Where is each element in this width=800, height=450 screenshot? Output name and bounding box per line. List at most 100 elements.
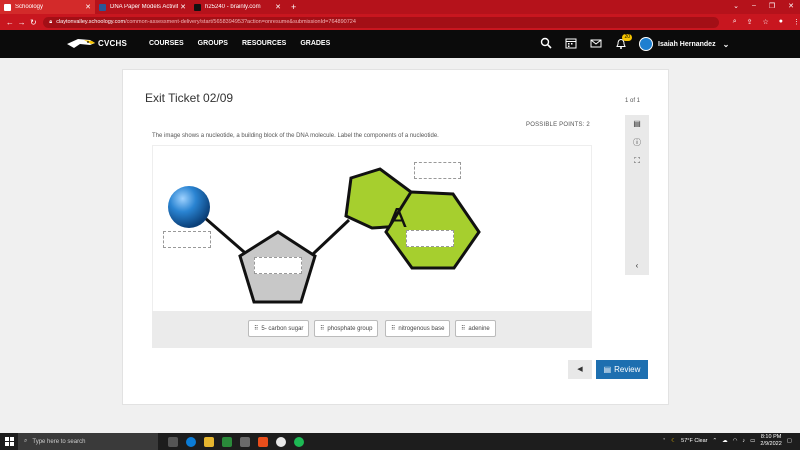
nucleotide-diagram: A bbox=[152, 145, 592, 311]
clock[interactable]: 8:10 PM 2/9/2022 bbox=[760, 434, 781, 448]
cloud-icon[interactable]: ☁ bbox=[722, 438, 728, 444]
answer-chip-nitrogenous-base[interactable]: ⠿ nitrogenous base bbox=[385, 320, 451, 337]
browser-tab-brainly[interactable]: h25240 - brainly.com ✕ bbox=[190, 0, 285, 14]
browser-actions: ⌕ ⇪ ☆ ● ⋮ bbox=[733, 18, 800, 26]
url-path: /common-assessment-delivery/start/565839… bbox=[125, 19, 356, 25]
task-view-icon[interactable] bbox=[168, 436, 178, 447]
answer-chip-label: 5- carbon sugar bbox=[261, 325, 304, 332]
clock-time: 8:10 PM bbox=[760, 434, 782, 440]
minimize-icon[interactable]: – bbox=[752, 2, 756, 10]
minecraft-icon[interactable] bbox=[222, 436, 232, 447]
page-title: Exit Ticket 02/09 bbox=[145, 91, 234, 105]
chrome-icon[interactable] bbox=[276, 436, 286, 447]
user-name: Isaiah Hernandez bbox=[658, 40, 716, 48]
tab-title: h25240 - brainly.com bbox=[205, 4, 261, 10]
site-header: CVCHS COURSES GROUPS RESOURCES GRADES 20… bbox=[0, 30, 800, 58]
drag-handle-icon: ⠿ bbox=[461, 326, 466, 332]
answer-bank: ⠿ 5- carbon sugar ⠿ phosphate group ⠿ nitro… bbox=[152, 311, 592, 348]
browser-tab-schoology[interactable]: Schoology ✕ bbox=[0, 0, 95, 14]
volume-icon[interactable]: ♪ bbox=[742, 438, 745, 444]
drop-target-phosphate[interactable] bbox=[163, 231, 211, 248]
notepad-icon[interactable]: ▤ bbox=[631, 118, 643, 130]
nav-grades[interactable]: GRADES bbox=[300, 40, 330, 47]
eagle-logo-icon bbox=[67, 39, 95, 48]
url-field[interactable]: 🔒︎ claytonvalley.schoology.com/common-as… bbox=[43, 16, 719, 28]
question-prompt: The image shows a nucleotide, a building… bbox=[152, 133, 439, 139]
browser-tab-docx[interactable]: DNA Paper Models Activity.docx ✕ bbox=[95, 0, 190, 14]
windows-taskbar: ⌕ Type here to search ﾟ ☾ 57°F Clear ⌃ ☁… bbox=[0, 433, 800, 450]
edge-icon[interactable] bbox=[186, 436, 196, 447]
drop-target-base-top[interactable] bbox=[414, 162, 461, 179]
back-arrow-icon[interactable]: ← bbox=[4, 18, 16, 27]
logo-text: CVCHS bbox=[98, 39, 128, 48]
network-icon[interactable]: ◠ bbox=[733, 438, 738, 444]
header-icons: 20 bbox=[540, 34, 632, 49]
mail-icon[interactable] bbox=[590, 37, 602, 49]
answer-chip-5-carbon-sugar[interactable]: ⠿ 5- carbon sugar bbox=[248, 320, 310, 337]
accessibility-icon[interactable]: ⓘ bbox=[631, 137, 643, 149]
forward-arrow-icon[interactable]: → bbox=[16, 18, 28, 27]
tab-title: Schoology bbox=[15, 4, 44, 10]
nav-courses[interactable]: COURSES bbox=[149, 40, 184, 47]
question-side-toolbar: ▤ ⓘ ⛶ ‹ bbox=[625, 115, 649, 275]
search-icon: ⌕ bbox=[24, 438, 28, 444]
drop-target-base-letter[interactable] bbox=[406, 230, 454, 247]
people-icon[interactable]: ﾟ bbox=[663, 437, 666, 445]
reload-icon[interactable]: ↻ bbox=[28, 18, 40, 27]
taskbar-search-input[interactable]: ⌕ Type here to search bbox=[18, 433, 158, 450]
avatar bbox=[639, 37, 653, 51]
drag-handle-icon: ⠿ bbox=[254, 326, 259, 332]
orange-app-icon[interactable] bbox=[258, 436, 268, 447]
phosphate-ball bbox=[168, 186, 210, 228]
answer-chip-label: adenine bbox=[468, 325, 490, 332]
profile-icon[interactable]: ● bbox=[779, 18, 783, 26]
address-bar: ← → ↻ 🔒︎ claytonvalley.schoology.com/com… bbox=[0, 14, 800, 30]
close-tab-icon[interactable]: ✕ bbox=[180, 3, 186, 11]
user-menu[interactable]: Isaiah Hernandez ⌄ bbox=[639, 37, 729, 51]
menu-icon[interactable]: ⋮ bbox=[793, 18, 800, 26]
fullscreen-icon[interactable]: ⛶ bbox=[631, 155, 643, 167]
answer-chip-label: nitrogenous base bbox=[398, 325, 445, 332]
collapse-chevron-icon[interactable]: ‹ bbox=[631, 260, 643, 272]
maximize-icon[interactable]: ❐ bbox=[769, 2, 775, 10]
spotify-icon[interactable] bbox=[294, 436, 304, 447]
file-explorer-icon[interactable] bbox=[204, 436, 214, 447]
notifications-button[interactable]: 20 bbox=[615, 34, 632, 49]
main-nav: COURSES GROUPS RESOURCES GRADES bbox=[149, 40, 330, 47]
chevron-down-icon[interactable]: ⌄ bbox=[733, 2, 739, 10]
weather-text[interactable]: 57°F Clear bbox=[681, 438, 707, 444]
store-icon[interactable] bbox=[240, 436, 250, 447]
word-doc-favicon-icon bbox=[99, 3, 106, 11]
drop-target-sugar[interactable] bbox=[254, 257, 302, 274]
search-icon[interactable] bbox=[540, 37, 552, 49]
answer-chip-phosphate-group[interactable]: ⠿ phosphate group bbox=[314, 320, 379, 337]
system-tray: ﾟ ☾ 57°F Clear ⌃ ☁ ◠ ♪ ▭ 8:10 PM 2/9/202… bbox=[663, 434, 792, 448]
chevron-up-icon[interactable]: ⌃ bbox=[713, 438, 718, 444]
nav-resources[interactable]: RESOURCES bbox=[242, 40, 286, 47]
review-button[interactable]: ▤ Review bbox=[596, 360, 648, 379]
zoom-icon[interactable]: ⌕ bbox=[733, 18, 737, 26]
browser-tab-strip: Schoology ✕ DNA Paper Models Activity.do… bbox=[0, 0, 800, 14]
nav-groups[interactable]: GROUPS bbox=[198, 40, 228, 47]
close-window-icon[interactable]: ✕ bbox=[788, 2, 794, 10]
close-tab-icon[interactable]: ✕ bbox=[85, 3, 91, 11]
windows-start-icon[interactable] bbox=[0, 433, 18, 450]
new-tab-button[interactable]: + bbox=[291, 2, 296, 12]
taskbar-search-placeholder: Type here to search bbox=[32, 438, 86, 445]
base-letter: A bbox=[388, 202, 407, 233]
close-tab-icon[interactable]: ✕ bbox=[275, 3, 281, 11]
notification-center-icon[interactable]: ▢ bbox=[787, 438, 792, 444]
star-icon[interactable]: ☆ bbox=[763, 18, 769, 26]
share-icon[interactable]: ⇪ bbox=[747, 18, 753, 26]
battery-icon[interactable]: ▭ bbox=[750, 438, 755, 444]
answer-chip-adenine[interactable]: ⠿ adenine bbox=[455, 320, 496, 337]
drag-handle-icon: ⠿ bbox=[320, 326, 325, 332]
clock-date: 2/9/2022 bbox=[760, 441, 782, 447]
answer-chip-label: phosphate group bbox=[327, 325, 373, 332]
calendar-icon[interactable] bbox=[565, 37, 577, 49]
previous-button[interactable]: ◀ bbox=[568, 360, 592, 379]
review-list-icon: ▤ bbox=[603, 365, 612, 374]
brainly-favicon-icon bbox=[194, 3, 201, 11]
possible-points: POSSIBLE POINTS: 2 bbox=[526, 122, 590, 128]
school-logo[interactable]: CVCHS bbox=[66, 37, 127, 50]
